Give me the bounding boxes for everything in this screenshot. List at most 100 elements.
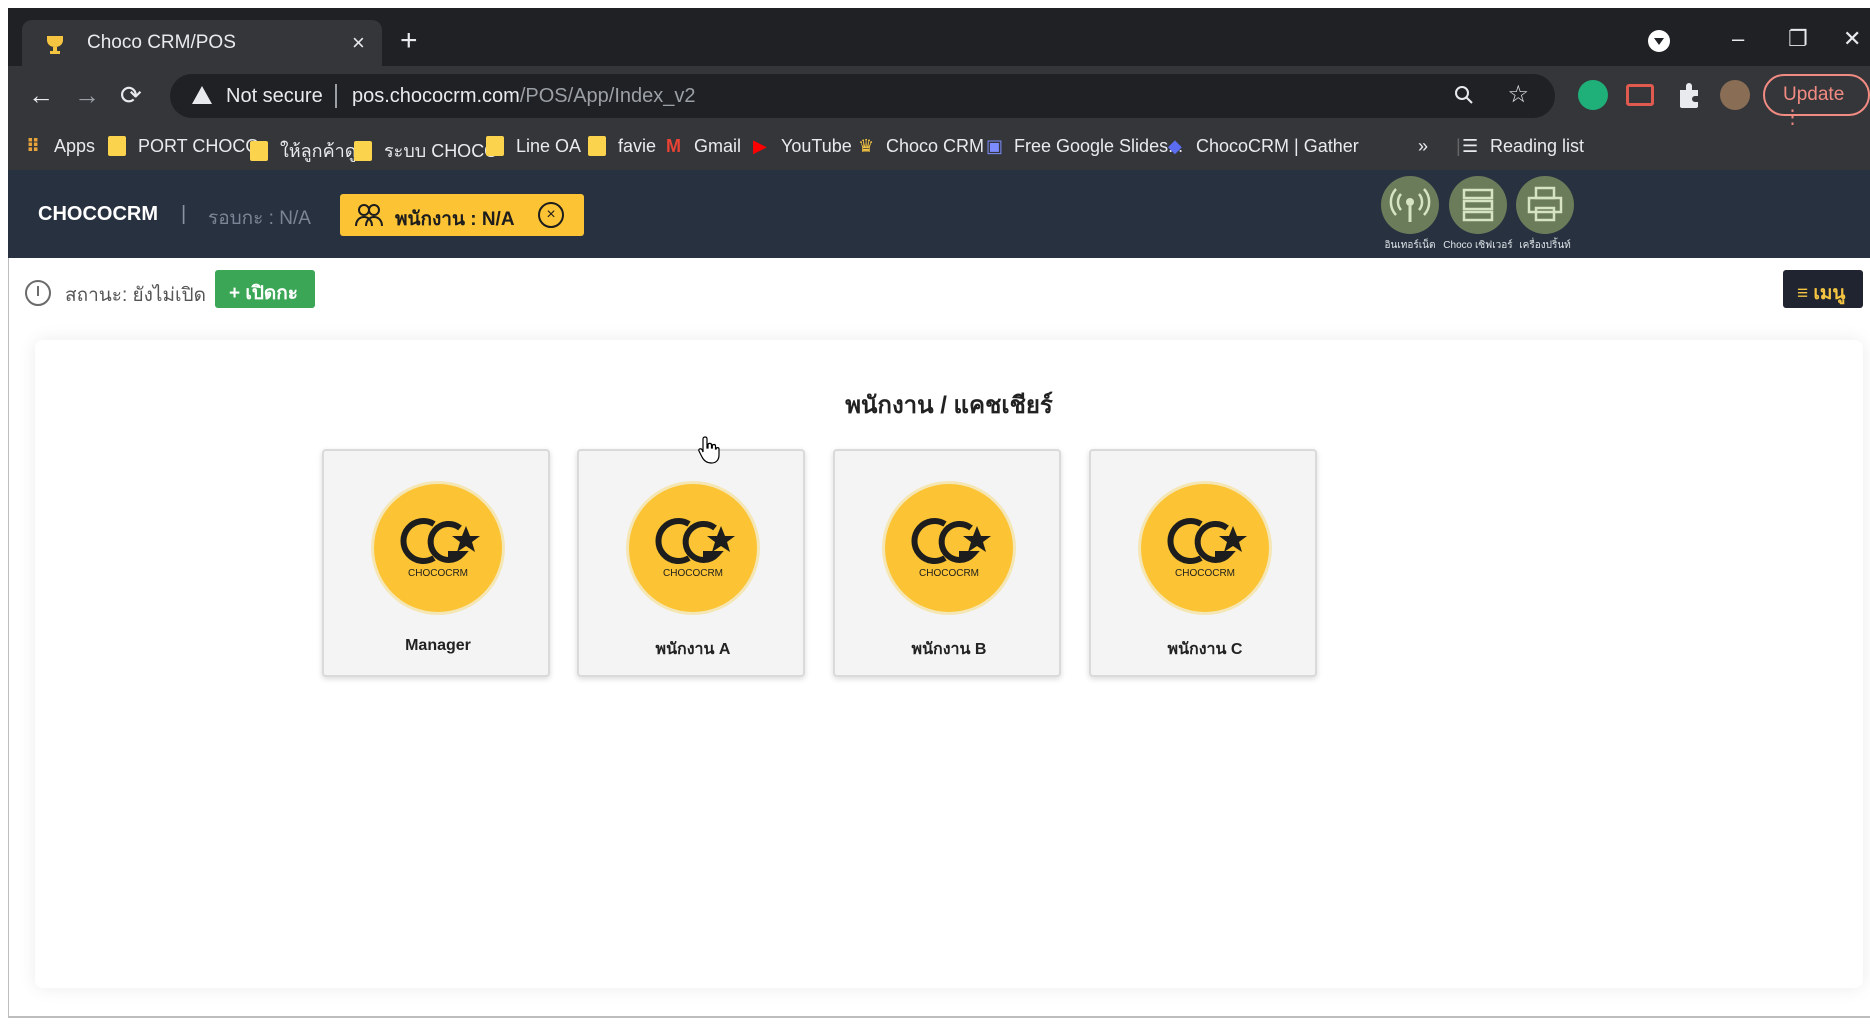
- bookmark-label: Gmail: [694, 136, 742, 156]
- chococrm-logo-icon: CHOCOCRM: [1141, 484, 1269, 612]
- bookmark-google-slides[interactable]: ▣ Free Google Slides...: [986, 136, 1183, 157]
- staff-card-manager[interactable]: CHOCOCRM Manager: [322, 449, 550, 677]
- update-label: Update: [1783, 84, 1845, 105]
- antenna-icon: [1381, 176, 1439, 234]
- bookmark-label: ChocoCRM | Gather: [1196, 136, 1359, 156]
- address-bar[interactable]: Not secure pos.chococrm.com/POS/App/Inde…: [170, 74, 1555, 118]
- chococrm-logo-icon: CHOCOCRM: [629, 484, 757, 612]
- bookmarks-bar: ⠿ Apps PORT CHOCO ให้ลูกค้าดู ระบบ CHOCO …: [8, 126, 1870, 170]
- bookmark-label: Apps: [54, 136, 96, 156]
- printer-status-button[interactable]: เครื่องปริ้นท์: [1505, 176, 1585, 258]
- bookmarks-overflow-icon[interactable]: »: [1418, 136, 1428, 157]
- staff-card-a[interactable]: CHOCOCRM พนักงาน A: [577, 449, 805, 677]
- bookmark-youtube[interactable]: ▶ YouTube: [753, 136, 852, 157]
- brand-name: CHOCOCRM: [38, 203, 158, 225]
- back-icon[interactable]: ←: [28, 80, 54, 110]
- bookmark-label: ระบบ CHOCO: [384, 141, 499, 161]
- bookmark-label: PORT CHOCO: [138, 136, 260, 156]
- gather-icon: ◆: [1168, 136, 1182, 156]
- clear-staff-icon[interactable]: ×: [538, 202, 564, 228]
- browser-tab[interactable]: Choco CRM/POS ×: [22, 20, 382, 66]
- bookmark-apps[interactable]: ⠿ Apps: [26, 136, 95, 157]
- gmail-icon: M: [666, 136, 681, 156]
- staff-name: Manager: [405, 637, 471, 654]
- chococrm-logo-icon: CHOCOCRM: [374, 484, 502, 612]
- printer-label: เครื่องปริ้นท์: [1519, 240, 1571, 251]
- url-host: pos.chococrm.com: [352, 85, 520, 107]
- url-text: pos.chococrm.com/POS/App/Index_v2: [352, 85, 696, 108]
- page-title: พนักงาน / แคชเชียร์: [845, 392, 1053, 419]
- bookmark-gmail[interactable]: M Gmail: [666, 136, 741, 157]
- forward-icon[interactable]: →: [74, 80, 100, 110]
- browser-toolbar: ← → ⟳ Not secure pos.chococrm.com/POS/Ap…: [8, 66, 1870, 128]
- url-path: /POS/App/Index_v2: [519, 85, 696, 107]
- zoom-icon[interactable]: [1453, 82, 1475, 108]
- staff-card-c[interactable]: CHOCOCRM พนักงาน C: [1089, 449, 1317, 677]
- new-tab-button[interactable]: +: [400, 26, 418, 56]
- bookmark-gather[interactable]: ◆ ChocoCRM | Gather: [1168, 136, 1359, 157]
- folder-icon: [108, 136, 126, 156]
- bookmark-port-choco[interactable]: PORT CHOCO: [108, 136, 259, 157]
- bookmark-choco-crm[interactable]: ♛ Choco CRM: [858, 136, 984, 157]
- bookmark-label: ให้ลูกค้าดู: [280, 141, 357, 161]
- apps-grid-icon: ⠿: [26, 136, 41, 156]
- staff-name: พนักงาน C: [1167, 641, 1243, 658]
- bookmark-line-oa[interactable]: Line OA: [486, 136, 581, 157]
- reading-list-label: Reading list: [1490, 136, 1585, 156]
- choco-icon: ♛: [858, 136, 875, 156]
- status-text: สถานะ: ยังไม่เปิด: [65, 285, 206, 306]
- address-divider: [335, 84, 337, 108]
- cast-icon[interactable]: [1626, 84, 1654, 106]
- hand-cursor-icon: [698, 436, 720, 464]
- tab-close-icon[interactable]: ×: [352, 30, 365, 56]
- printer-icon: [1516, 176, 1574, 234]
- current-staff-chip[interactable]: พนักงาน : N/A ×: [340, 194, 584, 236]
- logo-text: CHOCOCRM: [1175, 568, 1235, 579]
- staff-label: พนักงาน : N/A: [395, 209, 515, 230]
- folder-icon: [486, 136, 504, 156]
- chococrm-logo-icon: CHOCOCRM: [885, 484, 1013, 612]
- update-button[interactable]: Update ⋮: [1763, 74, 1870, 128]
- logo-text: CHOCOCRM: [919, 568, 979, 579]
- bookmark-star-icon[interactable]: ☆: [1507, 80, 1529, 109]
- grammarly-icon[interactable]: [1578, 80, 1608, 110]
- extensions-puzzle-icon[interactable]: [1674, 80, 1704, 110]
- bookmark-choco-system[interactable]: ระบบ CHOCO: [354, 136, 498, 165]
- slides-icon: ▣: [986, 136, 1004, 156]
- choco-trophy-icon: [47, 36, 63, 54]
- youtube-icon: ▶: [753, 136, 767, 156]
- shift-label: รอบกะ : N/A: [208, 208, 311, 229]
- restore-icon[interactable]: ❐: [1788, 26, 1808, 52]
- bookmarks-divider: |: [1456, 136, 1461, 156]
- folder-icon: [354, 141, 372, 161]
- staff-name: พนักงาน A: [655, 641, 731, 658]
- close-window-icon[interactable]: ✕: [1843, 26, 1861, 52]
- reload-icon[interactable]: ⟳: [120, 80, 142, 110]
- media-control-icon[interactable]: [1648, 30, 1670, 52]
- reading-list-icon: ☰: [1462, 136, 1479, 156]
- window-bottom-border: [8, 1016, 1870, 1018]
- bookmark-label: Line OA: [516, 136, 582, 156]
- window-left-border: [8, 258, 9, 1018]
- security-label: Not secure: [226, 85, 323, 107]
- tab-title: Choco CRM/POS: [87, 32, 236, 53]
- staff-card-b[interactable]: CHOCOCRM พนักงาน B: [833, 449, 1061, 677]
- screen: Choco CRM/POS × + – ❐ ✕ ← → ⟳ Not secure…: [0, 0, 1870, 1025]
- menu-button[interactable]: ≡ เมนู: [1783, 270, 1863, 308]
- browser-tab-strip: Choco CRM/POS × + – ❐ ✕: [8, 8, 1870, 66]
- people-icon: [355, 204, 383, 227]
- open-shift-button[interactable]: + เปิดกะ: [215, 270, 315, 308]
- bookmark-label: Free Google Slides...: [1014, 136, 1184, 156]
- minimize-icon[interactable]: –: [1732, 26, 1744, 52]
- bookmark-label: favie: [618, 136, 657, 156]
- bookmark-label: Choco CRM: [886, 136, 985, 156]
- logo-text: CHOCOCRM: [663, 568, 723, 579]
- reading-list-button[interactable]: ☰ Reading list: [1462, 136, 1584, 157]
- profile-avatar[interactable]: [1720, 80, 1750, 110]
- bookmark-favie[interactable]: favie: [588, 136, 656, 157]
- app-header: CHOCOCRM | รอบกะ : N/A พนักงาน : N/A × อ…: [8, 170, 1870, 258]
- folder-icon: [588, 136, 606, 156]
- warning-icon: [192, 86, 212, 104]
- folder-icon: [250, 141, 268, 161]
- bookmark-customer-view[interactable]: ให้ลูกค้าดู: [250, 136, 356, 165]
